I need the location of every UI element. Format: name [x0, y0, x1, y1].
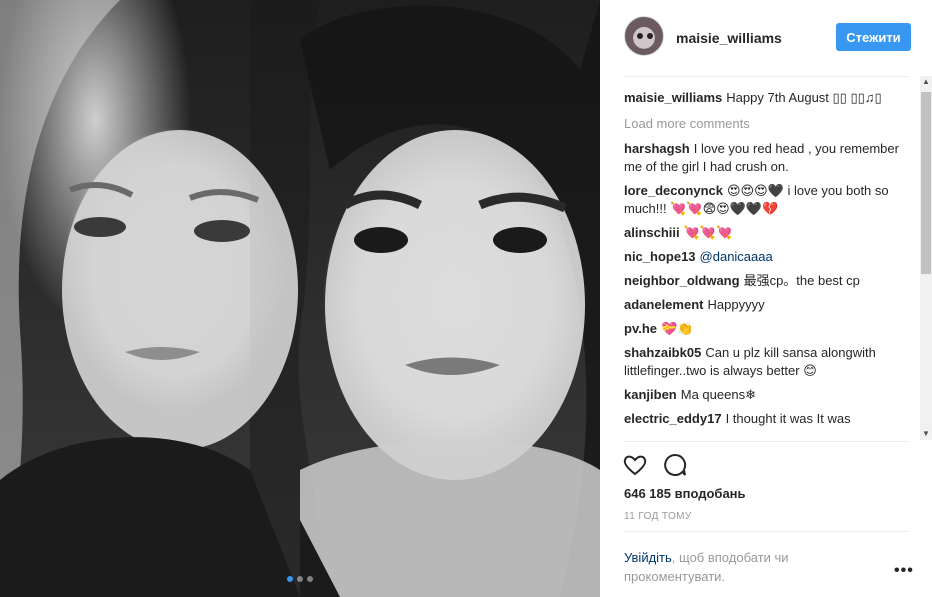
- comment-text: 💝👏: [661, 321, 694, 336]
- comment-username[interactable]: pv.he: [624, 321, 657, 336]
- comment-username[interactable]: shahzaibk05: [624, 345, 701, 360]
- comment-username[interactable]: kanjiben: [624, 387, 677, 402]
- caption-text: Happy 7th August ▯▯ ▯▯♫▯: [726, 90, 882, 105]
- comment-item: harshagsh I love you red head , you remem…: [624, 140, 916, 176]
- comment-username[interactable]: adanelement: [624, 297, 703, 312]
- header-username[interactable]: maisie_williams: [676, 30, 782, 46]
- likes-count[interactable]: 646 185 вподобань: [624, 486, 746, 501]
- heart-icon[interactable]: [622, 452, 648, 478]
- header-divider: [624, 76, 910, 77]
- post-time[interactable]: 11 год тому: [624, 511, 692, 522]
- comment-item: nic_hope13 @danicaaaa: [624, 248, 916, 266]
- comment-item: electric_eddy17 I thought it was It was: [624, 410, 916, 428]
- scrollbar-thumb[interactable]: [921, 92, 931, 274]
- follow-button[interactable]: Стежити: [836, 23, 911, 51]
- caption: maisie_williams Happy 7th August ▯▯ ▯▯♫▯: [624, 89, 916, 107]
- scroll-up-arrow-icon[interactable]: ▲: [920, 76, 932, 88]
- comment-username[interactable]: harshagsh: [624, 141, 690, 156]
- comment-username[interactable]: nic_hope13: [624, 249, 696, 264]
- comment-text: 💘💘💘: [683, 225, 733, 240]
- comment-username[interactable]: alinschiii: [624, 225, 680, 240]
- comment-username[interactable]: lore_deconynck: [624, 183, 723, 198]
- carousel-dot[interactable]: [287, 576, 293, 582]
- comment-item: pv.he 💝👏: [624, 320, 916, 338]
- comment-text: I thought it was It was: [725, 411, 851, 426]
- comments-divider: [624, 441, 910, 442]
- footer-divider: [624, 531, 910, 532]
- comment-item: shahzaibk05 Can u plz kill sansa alongwit…: [624, 344, 916, 380]
- comment-text: Ma queens❄: [680, 387, 756, 402]
- login-prompt: Увійдіть, щоб вподобати чи прокоментуват…: [624, 548, 844, 586]
- caption-username[interactable]: maisie_williams: [624, 90, 722, 105]
- comment-mention[interactable]: @danicaaaa: [700, 249, 773, 264]
- comment-item: kanjiben Ma queens❄: [624, 386, 916, 404]
- comment-username[interactable]: electric_eddy17: [624, 411, 722, 426]
- photo-artwork: [0, 0, 600, 597]
- comment-item: adanelement Happyyyy: [624, 296, 916, 314]
- post-photo[interactable]: [0, 0, 600, 597]
- comment-username[interactable]: neighbor_oldwang: [624, 273, 740, 288]
- comments-scrollbar[interactable]: ▲ ▼: [920, 76, 932, 440]
- login-link[interactable]: Увійдіть: [624, 550, 672, 565]
- more-options-icon[interactable]: •••: [894, 562, 914, 580]
- post-actions: [622, 452, 688, 478]
- carousel-dot[interactable]: [297, 576, 303, 582]
- carousel-dots: [287, 576, 313, 582]
- comment-text: 最强cp。the best cp: [743, 273, 860, 288]
- comments-list[interactable]: maisie_williams Happy 7th August ▯▯ ▯▯♫▯ …: [624, 89, 916, 440]
- load-more-comments-button[interactable]: Load more comments: [624, 115, 916, 133]
- comment-item: alinschiii 💘💘💘: [624, 224, 916, 242]
- carousel-dot[interactable]: [307, 576, 313, 582]
- post-sidebar: maisie_williams Стежити maisie_williams H…: [600, 0, 932, 597]
- comment-text: Happyyyy: [707, 297, 765, 312]
- avatar[interactable]: [624, 16, 664, 56]
- scroll-down-arrow-icon[interactable]: ▼: [920, 428, 932, 440]
- comment-item: neighbor_oldwang 最强cp。the best cp: [624, 272, 916, 290]
- post-header: maisie_williams Стежити: [600, 0, 932, 76]
- comment-item: lore_deconynck 😍😍😍🖤 i love you both so mu…: [624, 182, 916, 218]
- comment-icon[interactable]: [662, 452, 688, 478]
